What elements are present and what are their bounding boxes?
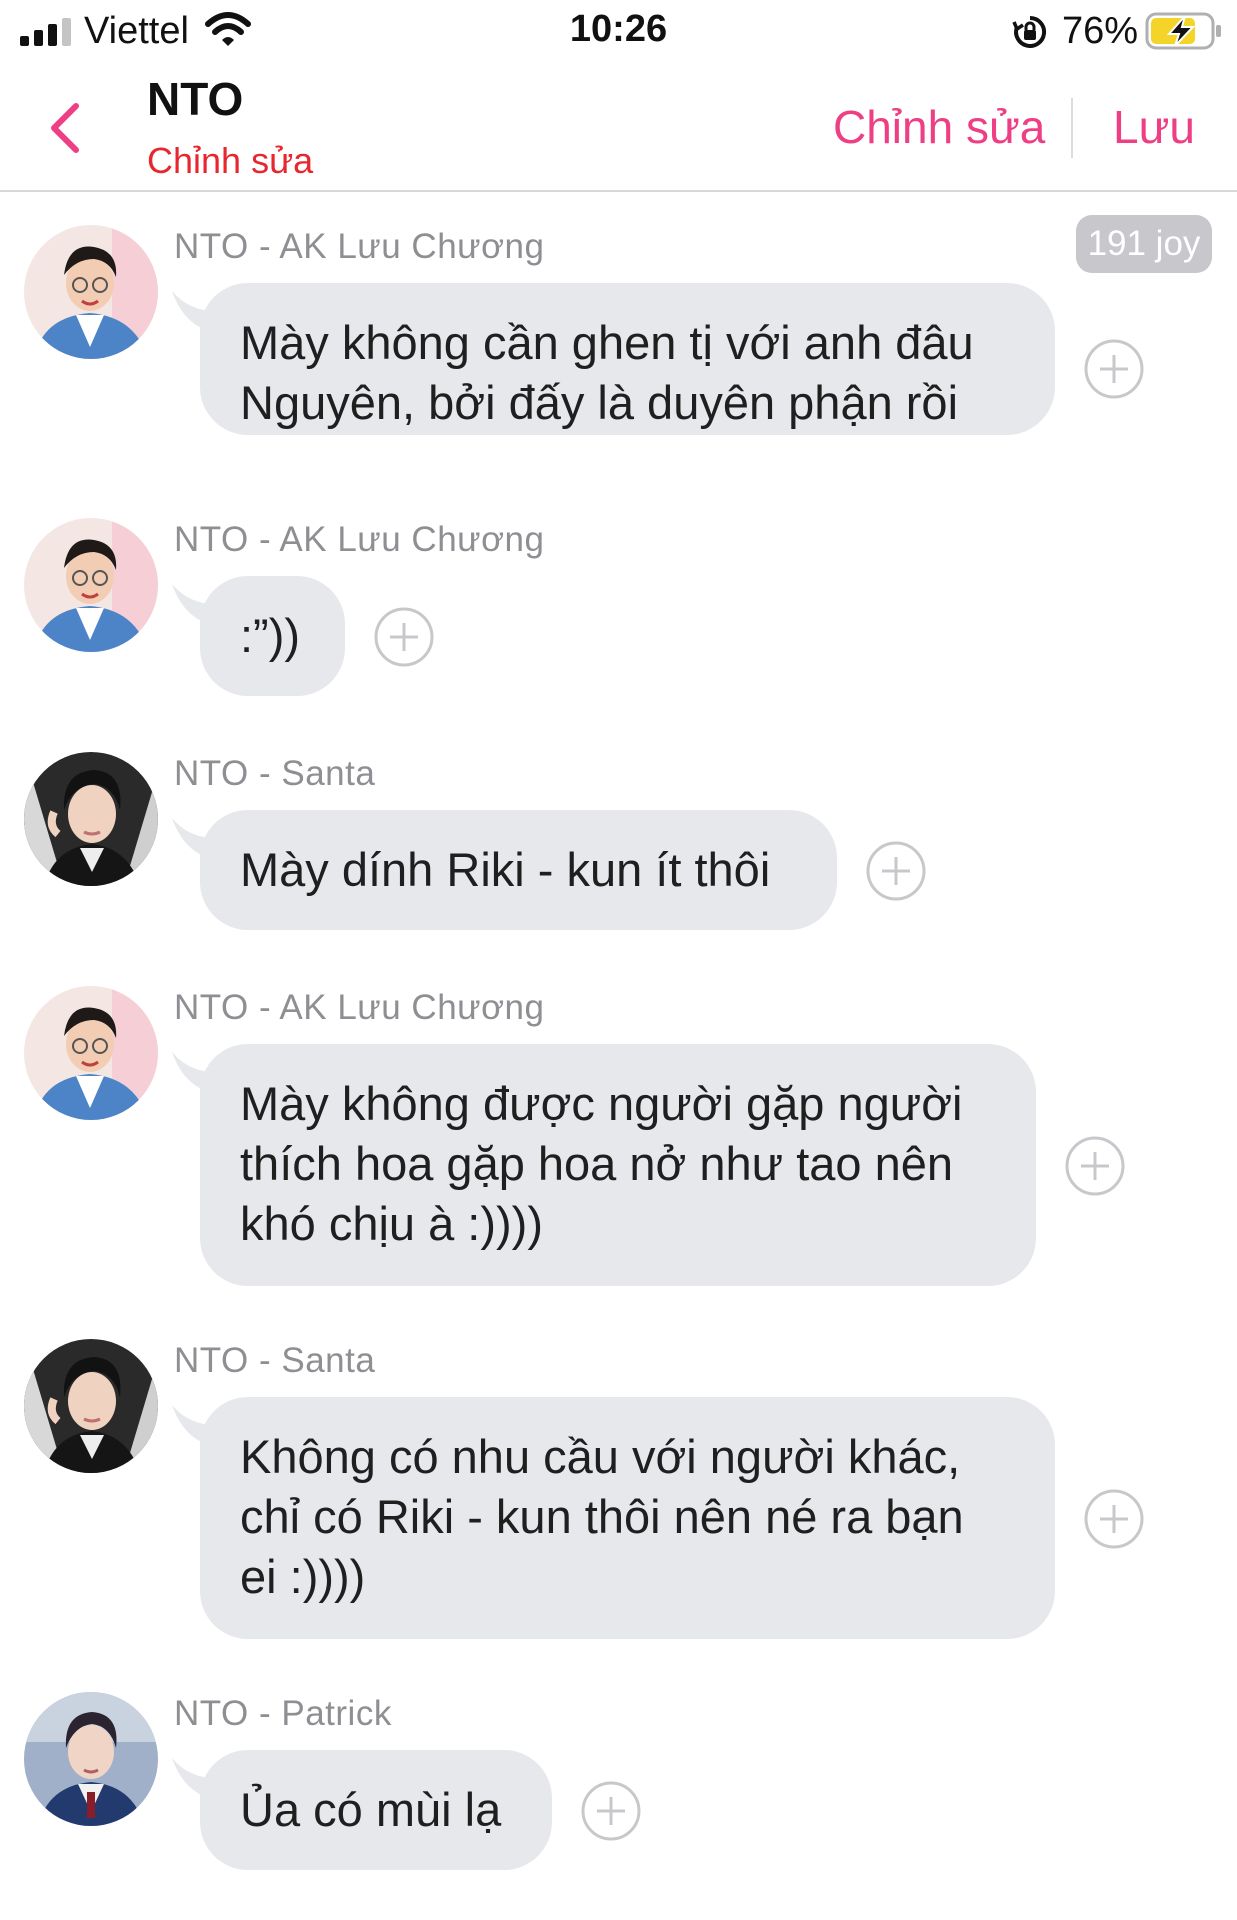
rotation-lock-icon [1012, 15, 1047, 48]
avatar-santa[interactable] [24, 1339, 158, 1473]
avatar-patrick-image [24, 1692, 158, 1826]
sender-name: NTO - Santa [174, 1341, 376, 1380]
message-bubble[interactable]: Ủa có mùi lạ [200, 1750, 552, 1870]
add-reaction-icon[interactable] [1084, 339, 1144, 399]
avatar-ak-image [24, 518, 158, 652]
add-reaction-icon[interactable] [374, 607, 434, 667]
sender-name: NTO - AK Lưu Chương [174, 227, 545, 266]
avatar-ak[interactable] [24, 225, 158, 359]
message-line: thích hoa gặp hoa nở như tao nên [240, 1137, 954, 1190]
avatar-ak[interactable] [24, 518, 158, 652]
avatar-santa[interactable] [24, 752, 158, 886]
avatar-ak-image [24, 986, 158, 1120]
header-divider [1071, 98, 1073, 158]
sender-name: NTO - AK Lưu Chương [174, 520, 545, 559]
avatar-santa-image [24, 1339, 158, 1473]
message-bubble[interactable]: Không có nhu cầu với người khác, chỉ có … [200, 1397, 1055, 1639]
message-line: Không có nhu cầu với người khác, [240, 1430, 961, 1483]
avatar-santa-image [24, 752, 158, 886]
back-chevron-icon[interactable] [46, 100, 82, 156]
sender-name: NTO - Patrick [174, 1694, 392, 1733]
message-bubble[interactable]: :”)) [200, 576, 345, 696]
battery-percent: 76% [1062, 10, 1139, 52]
chat-header: NTO Chỉnh sửa Chỉnh sửa Lưu [0, 62, 1237, 192]
avatar-patrick[interactable] [24, 1692, 158, 1826]
message-line: khó chịu à :)))) [240, 1197, 543, 1250]
message-line: Nguyên, bởi đấy là duyên phận rồi [240, 376, 959, 429]
chat-subtitle: Chỉnh sửa [147, 140, 314, 181]
add-reaction-icon[interactable] [1065, 1136, 1125, 1196]
battery-charging-icon [1145, 12, 1221, 50]
add-reaction-icon[interactable] [581, 1781, 641, 1841]
avatar-ak[interactable] [24, 986, 158, 1120]
message-line: Mày không cần ghen tị với anh đâu [240, 316, 974, 369]
joy-count-badge: 191 joy [1076, 215, 1212, 273]
status-bar: Viettel 10:26 76% [0, 0, 1237, 62]
message-bubble[interactable]: Mày dính Riki - kun ít thôi [200, 810, 837, 930]
message-line: :”)) [240, 609, 301, 662]
message-line: ei :)))) [240, 1550, 366, 1603]
sender-name: NTO - Santa [174, 754, 376, 793]
message-line: Ủa có mùi lạ [240, 1783, 502, 1836]
save-button[interactable]: Lưu [1113, 100, 1195, 154]
add-reaction-icon[interactable] [1084, 1489, 1144, 1549]
message-line: chỉ có Riki - kun thôi nên né ra bạn [240, 1490, 964, 1543]
clock: 10:26 [569, 8, 668, 50]
edit-button[interactable]: Chỉnh sửa [833, 100, 1045, 154]
message-line: Mày không được người gặp người [240, 1077, 963, 1130]
message-bubble[interactable]: Mày không cần ghen tị với anh đâu Nguyên… [200, 283, 1055, 435]
add-reaction-icon[interactable] [866, 841, 926, 901]
avatar-ak-image [24, 225, 158, 359]
message-bubble[interactable]: Mày không được người gặp người thích hoa… [200, 1044, 1036, 1286]
chat-title: NTO [147, 73, 244, 125]
sender-name: NTO - AK Lưu Chương [174, 988, 545, 1027]
message-line: Mày dính Riki - kun ít thôi [240, 843, 771, 896]
